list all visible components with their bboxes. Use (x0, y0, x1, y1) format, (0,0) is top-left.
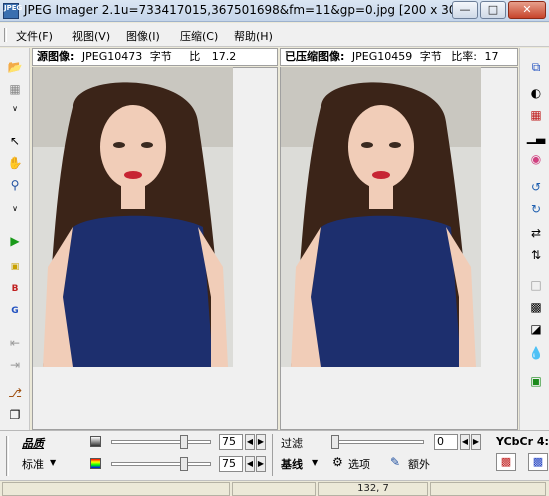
menu-file[interactable]: 文件(F) (16, 28, 53, 44)
chroma-value[interactable]: 75 (219, 456, 243, 472)
filter-slider[interactable] (331, 440, 424, 444)
copy-icon[interactable]: ⧉ (525, 58, 547, 76)
menu-view[interactable]: 视图(V) (72, 28, 110, 44)
compressed-format: JPEG10459 (351, 50, 413, 63)
sampling-1-icon[interactable]: ▩ (496, 453, 516, 471)
chroma-icon (90, 458, 101, 469)
color-wheel-icon[interactable]: ◉ (525, 150, 547, 168)
filter-value[interactable]: 0 (434, 434, 458, 450)
preset-dropdown-icon[interactable]: ▼ (50, 458, 56, 467)
source-ratio-label: 比 (189, 50, 201, 63)
histogram-icon[interactable]: ▁▃ (525, 128, 547, 146)
chroma-slider-thumb[interactable] (180, 457, 188, 471)
title-bar: JPEG JPEG Imager 2.1u=733417015,36750169… (0, 0, 549, 22)
baseline-dropdown[interactable]: 基线 (281, 456, 303, 472)
bitmap-icon[interactable]: B (4, 280, 26, 298)
status-cell-1 (2, 482, 230, 496)
filter-slider-thumb[interactable] (331, 435, 339, 449)
source-photo (33, 67, 233, 367)
source-pane-header: 源图像: JPEG10473 字节 比 17.2 (32, 48, 278, 66)
luma-increase-button[interactable]: ▶ (256, 434, 266, 450)
hand-icon[interactable]: ✋ (4, 154, 26, 172)
toolbar-chevron-icon[interactable]: ∨ (6, 104, 24, 113)
chroma-increase-button[interactable]: ▶ (256, 456, 266, 472)
color-grid-icon[interactable]: ▦ (525, 106, 547, 124)
extra-icon[interactable]: ✎ (390, 455, 400, 469)
window-title: JPEG Imager 2.1u=733417015,367501698&fm=… (24, 3, 469, 17)
luma-decrease-button[interactable]: ◀ (245, 434, 255, 450)
toolbar-chevron-2-icon[interactable]: ∨ (6, 204, 24, 213)
menu-grip (4, 28, 7, 42)
next-icon[interactable]: ⇥ (4, 356, 26, 374)
status-bar: 132, 7 (0, 480, 549, 496)
chroma-decrease-button[interactable]: ◀ (245, 456, 255, 472)
right-toolbar: ⧉ ◐ ▦ ▁▃ ◉ ↺ ↻ ⇄ ⇅ □ ▩ ◪ 💧 ▣ (519, 48, 549, 430)
open-folder-icon[interactable]: 📂 (4, 58, 26, 76)
flip-h-icon[interactable]: ⇄ (525, 224, 547, 242)
chroma-slider[interactable] (111, 462, 211, 466)
quality-label: 品质 (22, 437, 44, 450)
dct-icon[interactable]: ▣ (4, 258, 26, 276)
prev-icon[interactable]: ⇤ (4, 334, 26, 352)
status-cell-2 (232, 482, 316, 496)
grayscale-icon[interactable]: ◪ (525, 320, 547, 338)
source-ratio-value: 17.2 (211, 50, 237, 63)
baseline-dropdown-icon[interactable]: ▼ (312, 458, 318, 467)
layers-icon[interactable]: ▣ (525, 372, 547, 390)
source-image[interactable] (33, 67, 233, 367)
invert-icon[interactable]: ◐ (525, 84, 547, 102)
compressed-unit: 字节 (419, 50, 442, 63)
resize-icon[interactable]: ▩ (525, 298, 547, 316)
menu-bar: 文件(F) 视图(V) 图像(I) 压缩(C) 帮助(H) (0, 23, 549, 47)
luma-slider-thumb[interactable] (180, 435, 188, 449)
extra-button[interactable]: 额外 (408, 456, 430, 472)
menu-compress[interactable]: 压缩(C) (180, 28, 218, 44)
ycbcr-label: YCbCr 4: (496, 435, 549, 448)
luma-value[interactable]: 75 (219, 434, 243, 450)
source-label: 源图像: (37, 50, 75, 63)
pointer-icon[interactable]: ↖ (4, 132, 26, 150)
filter-decrease-button[interactable]: ◀ (460, 434, 470, 450)
gear-icon[interactable]: ⚙ (332, 455, 343, 469)
source-unit: 字节 (149, 50, 172, 63)
menu-image[interactable]: 图像(I) (126, 28, 160, 44)
app-icon: JPEG (3, 3, 22, 19)
windows-icon[interactable]: ❐ (4, 406, 26, 424)
status-cell-4 (430, 482, 546, 496)
source-format: JPEG10473 (81, 50, 143, 63)
luma-slider[interactable] (111, 440, 211, 444)
gif-icon[interactable]: G (4, 302, 26, 320)
left-toolbar: 📂 ▦ ∨ ↖ ✋ ⚲ ∨ ▶ ▣ B G ⇤ ⇥ ⎇ ❐ (0, 48, 30, 430)
rotate-left-icon[interactable]: ↺ (525, 178, 547, 196)
crop-icon[interactable]: □ (525, 276, 547, 294)
compressed-pane-header: 已压缩图像: JPEG10459 字节 比率: 17 (280, 48, 518, 66)
zoom-icon[interactable]: ⚲ (4, 176, 26, 194)
filter-label: 过滤 (281, 437, 303, 450)
close-button[interactable]: ✕ (508, 1, 546, 19)
options-button[interactable]: 选项 (348, 456, 370, 472)
status-coords: 132, 7 (318, 482, 428, 496)
rotate-right-icon[interactable]: ↻ (525, 200, 547, 218)
compressed-label: 已压缩图像: (285, 50, 345, 63)
bottom-panel: 品质 标准 ▼ 75 ◀ ▶ 75 ◀ ▶ 过滤 0 ◀ ▶ 基线 ▼ ⚙ 选项… (0, 430, 549, 480)
compress-play-icon[interactable]: ▶ (4, 232, 26, 250)
panel-grip (6, 436, 9, 476)
divider (272, 434, 273, 476)
compressed-image[interactable] (281, 67, 481, 367)
maximize-button[interactable]: □ (480, 1, 506, 19)
luma-icon (90, 436, 101, 447)
quality-preset[interactable]: 标准 (22, 456, 44, 472)
flip-v-icon[interactable]: ⇅ (525, 246, 547, 264)
compressed-photo (281, 67, 481, 367)
minimize-button[interactable]: — (452, 1, 478, 19)
sampling-2-icon[interactable]: ▩ (528, 453, 548, 471)
save-icon[interactable]: ▦ (4, 80, 26, 98)
fill-icon[interactable]: 💧 (525, 344, 547, 362)
compressed-ratio-value: 17 (484, 50, 499, 63)
menu-help[interactable]: 帮助(H) (234, 28, 273, 44)
compressed-ratio-label: 比率: (451, 50, 477, 63)
export-icon[interactable]: ⎇ (4, 384, 26, 402)
filter-increase-button[interactable]: ▶ (471, 434, 481, 450)
